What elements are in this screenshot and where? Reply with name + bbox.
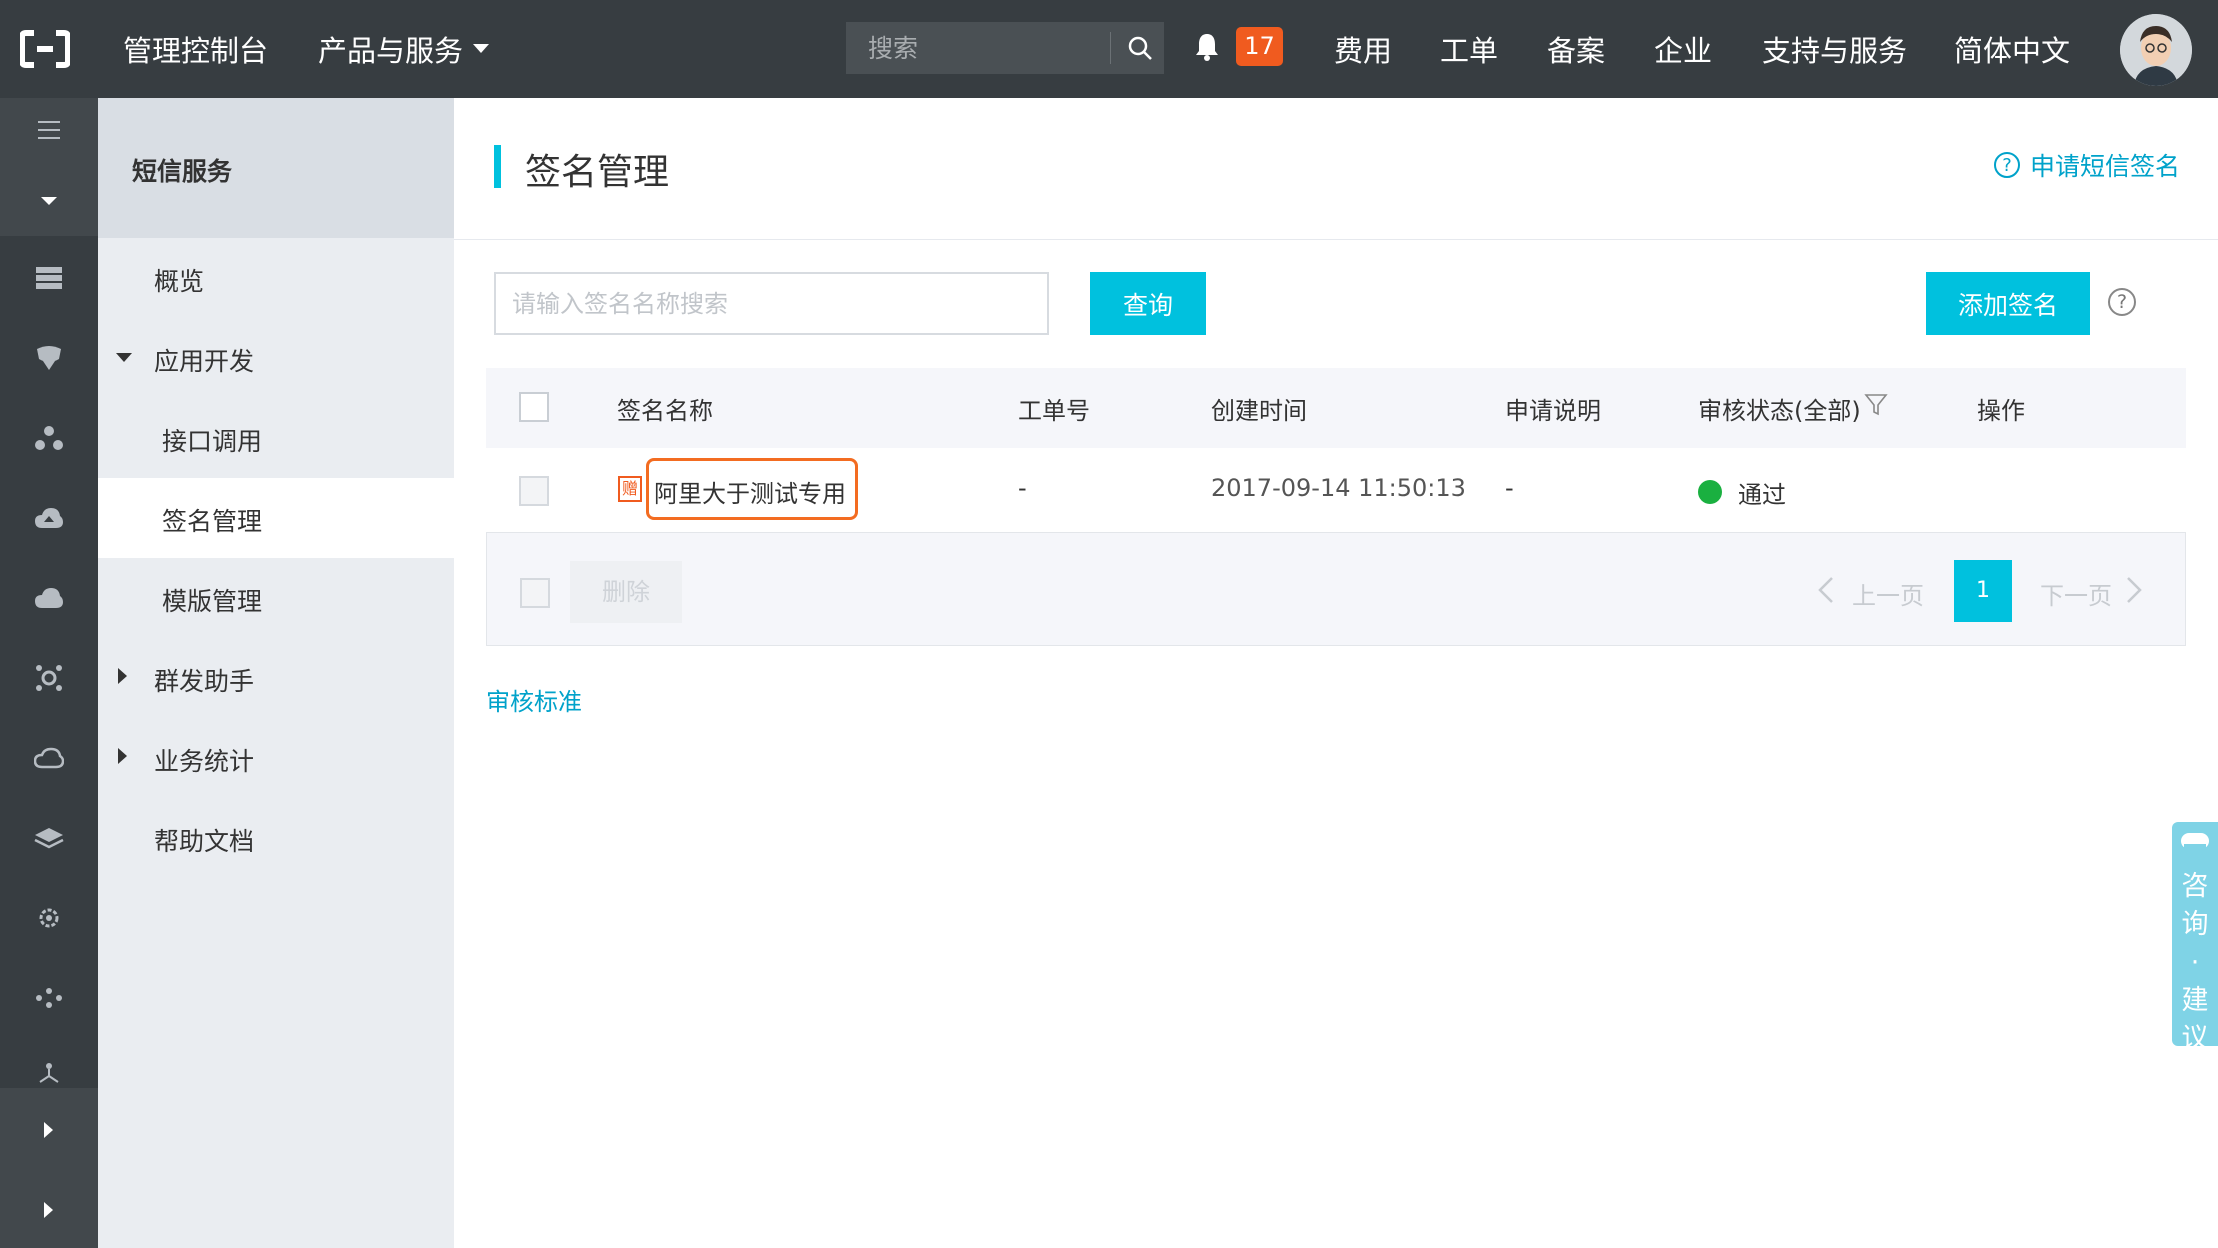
row-checkbox[interactable]	[519, 476, 549, 506]
nav-billing[interactable]: 费用	[1334, 28, 1392, 70]
search-divider	[1110, 32, 1111, 64]
application-note-cell: -	[1505, 474, 1514, 502]
sidebar-title: 短信服务	[132, 157, 233, 186]
sidebar-item-help-docs[interactable]: 帮助文档	[154, 822, 254, 858]
notification-count-badge[interactable]: 17	[1236, 27, 1283, 66]
database-icon[interactable]	[29, 338, 69, 378]
sidebar-item-app-dev[interactable]: 应用开发	[154, 342, 254, 378]
apply-signature-label: 申请短信签名	[2030, 152, 2181, 181]
cloud-icon[interactable]	[29, 738, 69, 778]
sidebar-item-template[interactable]: 模版管理	[162, 582, 262, 618]
ticket-number-cell: -	[1018, 474, 1027, 502]
gift-badge: 赠	[618, 476, 642, 502]
add-signature-button[interactable]: 添加签名	[1926, 272, 2090, 335]
created-time-cell: 2017-09-14 11:50:13	[1211, 474, 1466, 502]
gear-icon[interactable]	[29, 898, 69, 938]
search-button[interactable]	[1116, 22, 1164, 74]
aliyun-logo-icon[interactable]	[20, 29, 70, 69]
footer-select-checkbox[interactable]	[520, 578, 550, 608]
apply-signature-link[interactable]: ? 申请短信签名	[1994, 147, 2180, 183]
table-header	[486, 368, 2186, 448]
nav-language[interactable]: 简体中文	[1954, 28, 2070, 70]
sidebar-item-mass-send[interactable]: 群发助手	[154, 662, 254, 698]
nav-tickets[interactable]: 工单	[1440, 28, 1498, 70]
sidebar-active-highlight	[98, 478, 454, 558]
page-header	[454, 98, 2218, 240]
products-menu[interactable]: 产品与服务	[318, 28, 490, 70]
global-search	[846, 22, 1164, 74]
caret-down-icon	[473, 44, 490, 53]
cloud-upload-icon[interactable]	[29, 498, 69, 538]
title-accent-bar	[494, 145, 501, 188]
caret-right-icon[interactable]	[118, 748, 128, 764]
caret-down-icon[interactable]	[116, 353, 132, 363]
server-icon[interactable]	[29, 258, 69, 298]
chevron-left-icon[interactable]	[1818, 576, 1834, 604]
filter-icon[interactable]	[1864, 393, 1888, 417]
sidebar-item-api-call[interactable]: 接口调用	[162, 422, 262, 458]
chevron-right-icon[interactable]	[29, 1110, 69, 1150]
nav-support[interactable]: 支持与服务	[1762, 28, 1907, 70]
top-bar: 管理控制台 产品与服务 17 费用 工单 备案 企业 支持与服务 简体中文	[0, 0, 2218, 98]
caret-right-icon[interactable]	[118, 668, 128, 684]
page-title: 签名管理	[525, 152, 670, 193]
search-input[interactable]	[846, 22, 1108, 74]
products-label: 产品与服务	[318, 34, 464, 68]
query-button[interactable]: 查询	[1090, 272, 1206, 335]
signature-search-input[interactable]	[494, 272, 1049, 335]
question-icon: ?	[1994, 152, 2020, 178]
consult-feedback-tab[interactable]: 咨 询 · 建 议	[2172, 822, 2218, 1054]
sidebar-item-stats[interactable]: 业务统计	[154, 742, 254, 778]
review-standard-link[interactable]: 审核标准	[486, 682, 582, 717]
tree-icon[interactable]	[29, 1053, 69, 1093]
question-icon[interactable]: ?	[2108, 288, 2136, 316]
table-footer	[486, 533, 2186, 646]
page-number-current[interactable]: 1	[1954, 560, 2012, 622]
hub-icon[interactable]	[29, 658, 69, 698]
nodes-icon[interactable]	[29, 978, 69, 1018]
network-icon[interactable]	[29, 418, 69, 458]
delete-button[interactable]: 删除	[570, 561, 682, 623]
prev-page-button[interactable]: 上一页	[1852, 576, 1924, 611]
cloud-cluster-icon[interactable]	[29, 578, 69, 618]
console-link[interactable]: 管理控制台	[123, 28, 268, 70]
nav-enterprise[interactable]: 企业	[1654, 28, 1712, 70]
icon-rail	[0, 98, 98, 1248]
layers-icon[interactable]	[29, 818, 69, 858]
highlight-box	[646, 458, 858, 520]
bell-icon[interactable]	[1194, 32, 1220, 62]
nav-icp-filing[interactable]: 备案	[1547, 28, 1605, 70]
column-signature-name: 签名名称	[617, 397, 713, 425]
chevron-right-icon[interactable]	[2126, 576, 2142, 604]
select-all-checkbox[interactable]	[519, 392, 549, 422]
next-page-button[interactable]: 下一页	[2040, 576, 2112, 611]
search-icon	[1128, 36, 1152, 60]
column-created-time: 创建时间	[1211, 397, 1307, 425]
column-review-status[interactable]: 审核状态(全部)	[1698, 391, 1861, 426]
column-application-note: 申请说明	[1505, 397, 1601, 425]
column-actions: 操作	[1977, 397, 2025, 425]
menu-icon[interactable]	[29, 110, 69, 150]
column-ticket-number: 工单号	[1018, 397, 1090, 425]
chevron-right-icon[interactable]	[29, 1190, 69, 1230]
chevron-down-icon[interactable]	[29, 182, 69, 222]
user-avatar[interactable]	[2120, 14, 2192, 86]
sidebar-item-signature[interactable]: 签名管理	[162, 502, 262, 538]
status-approved-icon	[1698, 480, 1722, 504]
consult-feedback-label: 咨 询 · 建 议	[2181, 871, 2209, 1054]
sidebar-item-overview[interactable]: 概览	[154, 262, 204, 298]
service-sidebar: 短信服务 概览 应用开发 接口调用 签名管理 模版管理 群发助手 业务统计 帮助…	[98, 98, 454, 1248]
review-status-cell: 通过	[1738, 481, 1786, 509]
chat-icon	[2181, 833, 2209, 850]
